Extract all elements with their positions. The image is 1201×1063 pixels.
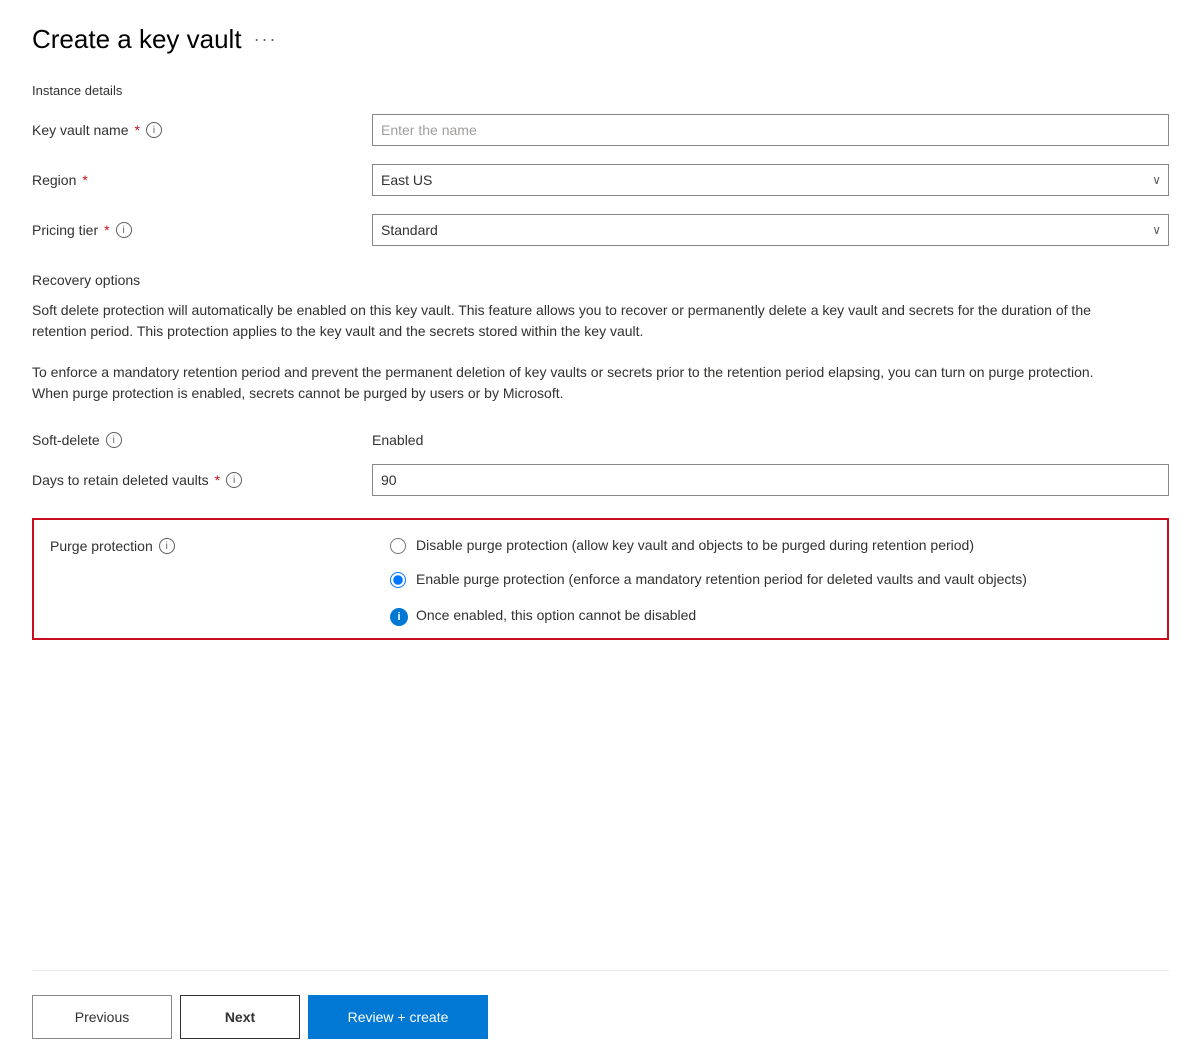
page-title: Create a key vault (32, 24, 242, 55)
purge-enable-radio[interactable] (390, 572, 406, 588)
key-vault-name-label-col: Key vault name * i (32, 122, 372, 138)
days-retain-label-col: Days to retain deleted vaults * i (32, 472, 372, 488)
purge-protection-label-col: Purge protection i (50, 536, 390, 554)
key-vault-name-required: * (135, 122, 140, 138)
soft-delete-info-icon[interactable]: i (106, 432, 122, 448)
more-options-button[interactable]: ··· (254, 29, 278, 50)
purge-protection-section: Purge protection i Disable purge protect… (32, 518, 1169, 640)
soft-delete-value: Enabled (372, 432, 423, 448)
purge-protection-info-icon[interactable]: i (159, 538, 175, 554)
purge-disable-option[interactable]: Disable purge protection (allow key vaul… (390, 536, 1151, 556)
key-vault-name-info-icon[interactable]: i (146, 122, 162, 138)
purge-enable-label: Enable purge protection (enforce a manda… (416, 570, 1027, 590)
soft-delete-label-col: Soft-delete i (32, 432, 372, 448)
days-retain-label: Days to retain deleted vaults (32, 472, 209, 488)
region-required: * (82, 172, 87, 188)
recovery-description-2: To enforce a mandatory retention period … (32, 362, 1132, 404)
soft-delete-row: Soft-delete i Enabled (32, 432, 1169, 448)
review-create-button[interactable]: Review + create (308, 995, 488, 1039)
pricing-tier-select-wrapper: Standard Premium ∨ (372, 214, 1169, 246)
purge-info-note-text: Once enabled, this option cannot be disa… (416, 607, 696, 623)
purge-options-col: Disable purge protection (allow key vaul… (390, 536, 1151, 626)
region-row: Region * East US West US Central US West… (32, 164, 1169, 196)
region-label: Region (32, 172, 76, 188)
days-retain-required: * (215, 472, 220, 488)
soft-delete-label: Soft-delete (32, 432, 100, 448)
recovery-description-1: Soft delete protection will automaticall… (32, 300, 1132, 342)
key-vault-name-input-col (372, 114, 1169, 146)
footer-bar: Previous Next Review + create (32, 970, 1169, 1039)
pricing-tier-label: Pricing tier (32, 222, 98, 238)
days-retain-row: Days to retain deleted vaults * i (32, 464, 1169, 496)
region-input-col: East US West US Central US West Europe E… (372, 164, 1169, 196)
instance-details-section-label: Instance details (32, 83, 1169, 98)
purge-protection-label: Purge protection (50, 538, 153, 554)
previous-button[interactable]: Previous (32, 995, 172, 1039)
page-title-row: Create a key vault ··· (32, 24, 1169, 55)
purge-disable-label: Disable purge protection (allow key vaul… (416, 536, 974, 556)
days-retain-input[interactable] (372, 464, 1169, 496)
region-select-wrapper: East US West US Central US West Europe E… (372, 164, 1169, 196)
key-vault-name-label: Key vault name (32, 122, 129, 138)
purge-disable-radio[interactable] (390, 538, 406, 554)
pricing-tier-required: * (104, 222, 109, 238)
days-retain-input-col (372, 464, 1169, 496)
next-button[interactable]: Next (180, 995, 300, 1039)
key-vault-name-input[interactable] (372, 114, 1169, 146)
purge-info-blue-icon: i (390, 608, 408, 626)
pricing-tier-label-col: Pricing tier * i (32, 222, 372, 238)
purge-protection-row: Purge protection i Disable purge protect… (50, 536, 1151, 626)
pricing-tier-select[interactable]: Standard Premium (372, 214, 1169, 246)
days-retain-info-icon[interactable]: i (226, 472, 242, 488)
region-select[interactable]: East US West US Central US West Europe E… (372, 164, 1169, 196)
region-label-col: Region * (32, 172, 372, 188)
pricing-tier-info-icon[interactable]: i (116, 222, 132, 238)
recovery-options-label: Recovery options (32, 272, 1169, 288)
pricing-tier-input-col: Standard Premium ∨ (372, 214, 1169, 246)
pricing-tier-row: Pricing tier * i Standard Premium ∨ (32, 214, 1169, 246)
purge-info-note: i Once enabled, this option cannot be di… (390, 607, 1151, 626)
key-vault-name-row: Key vault name * i (32, 114, 1169, 146)
purge-enable-option[interactable]: Enable purge protection (enforce a manda… (390, 570, 1151, 590)
recovery-options-section: Recovery options Soft delete protection … (32, 272, 1169, 424)
